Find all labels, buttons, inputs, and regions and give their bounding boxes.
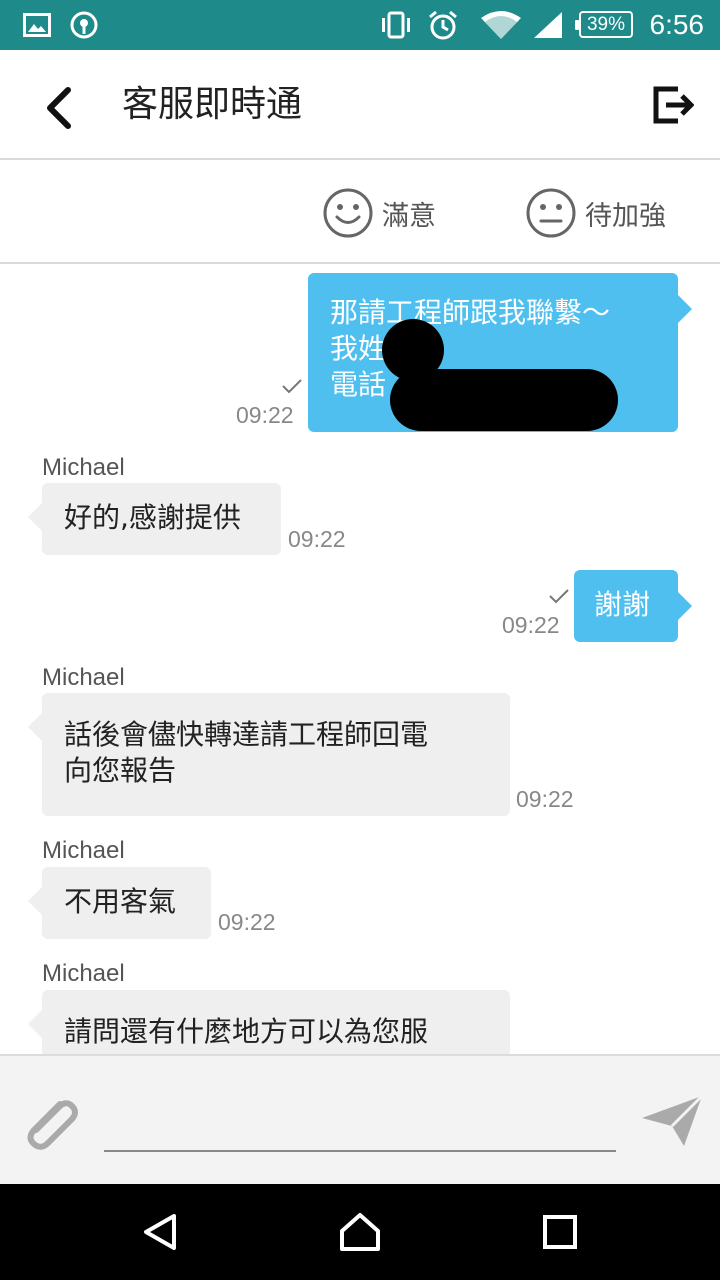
composer-bar xyxy=(0,1054,720,1184)
paperclip-icon[interactable] xyxy=(16,1088,84,1156)
message-time: 09:22 xyxy=(236,402,294,428)
nav-back-button[interactable] xyxy=(132,1204,188,1260)
app-bar: 客服即時通 xyxy=(0,50,720,160)
triangle-back-icon xyxy=(144,1214,176,1250)
message-text: 謝謝 xyxy=(594,588,651,621)
message-line: 那請工程師跟我聯繫～ xyxy=(330,296,611,329)
send-icon[interactable] xyxy=(640,1092,706,1150)
home-icon xyxy=(340,1213,380,1251)
chat-thread[interactable]: 那請工程師跟我聯繫～ 我姓 電話 09:22 Michael 好的,感謝提供 0… xyxy=(0,264,720,1054)
sender-name: Michael xyxy=(42,960,125,987)
system-nav-bar xyxy=(0,1184,720,1280)
message-bubble-incoming: 好的,感謝提供 xyxy=(28,483,281,555)
improve-label: 待加強 xyxy=(585,200,666,232)
sent-check-icon xyxy=(549,589,569,604)
message-time: 09:22 xyxy=(218,909,276,935)
message-text: 請問還有什麼地方可以為您服 xyxy=(64,1015,429,1048)
message-line: 我姓 xyxy=(330,332,387,365)
satisfied-label: 滿意 xyxy=(382,200,436,232)
message-line: 話後會儘快轉達請工程師回電 xyxy=(64,718,429,751)
nav-home-button[interactable] xyxy=(332,1204,388,1260)
redaction-mark xyxy=(390,369,618,431)
battery-indicator: 39% xyxy=(575,11,633,38)
message-bubble-incoming: 不用客氣 xyxy=(28,867,211,939)
sender-name: Michael xyxy=(42,664,125,691)
back-button[interactable] xyxy=(30,80,86,136)
clock: 6:56 xyxy=(649,9,705,40)
satisfied-button[interactable]: 滿意 xyxy=(322,186,436,240)
message-time: 09:22 xyxy=(288,526,346,552)
alarm-icon xyxy=(424,0,462,50)
sender-name: Michael xyxy=(42,454,125,481)
square-recents-icon xyxy=(543,1215,577,1249)
exit-icon xyxy=(653,86,694,124)
sent-check-icon xyxy=(282,379,302,394)
vibrate-icon xyxy=(376,0,416,50)
neutral-face-icon xyxy=(526,188,576,238)
nav-recents-button[interactable] xyxy=(532,1204,588,1260)
exit-button[interactable] xyxy=(648,80,698,130)
message-bubble-outgoing: 謝謝 xyxy=(574,570,692,642)
message-bubble-incoming: 請問還有什麼地方可以為您服 xyxy=(28,990,510,1054)
chevron-left-icon xyxy=(47,87,71,129)
message-time: 09:22 xyxy=(516,786,574,812)
status-bar: 39% 6:56 xyxy=(0,0,720,50)
message-bubble-incoming: 話後會儘快轉達請工程師回電 向您報告 xyxy=(28,693,510,816)
message-line: 向您報告 xyxy=(64,754,177,787)
improve-button[interactable]: 待加強 xyxy=(525,186,666,240)
signal-icon xyxy=(530,0,566,50)
message-bubble-outgoing: 那請工程師跟我聯繫～ 我姓 電話 xyxy=(308,273,692,432)
message-text: 好的,感謝提供 xyxy=(64,501,241,534)
rating-bar: 滿意 待加強 xyxy=(0,162,720,264)
broadcast-icon xyxy=(66,0,102,50)
message-text: 不用客氣 xyxy=(64,885,177,918)
message-time: 09:22 xyxy=(502,612,560,638)
image-icon xyxy=(20,0,54,50)
smile-face-icon xyxy=(323,188,373,238)
wifi-icon xyxy=(478,0,524,50)
message-input[interactable] xyxy=(104,1096,616,1152)
sender-name: Michael xyxy=(42,837,125,864)
page-title: 客服即時通 xyxy=(122,84,303,125)
